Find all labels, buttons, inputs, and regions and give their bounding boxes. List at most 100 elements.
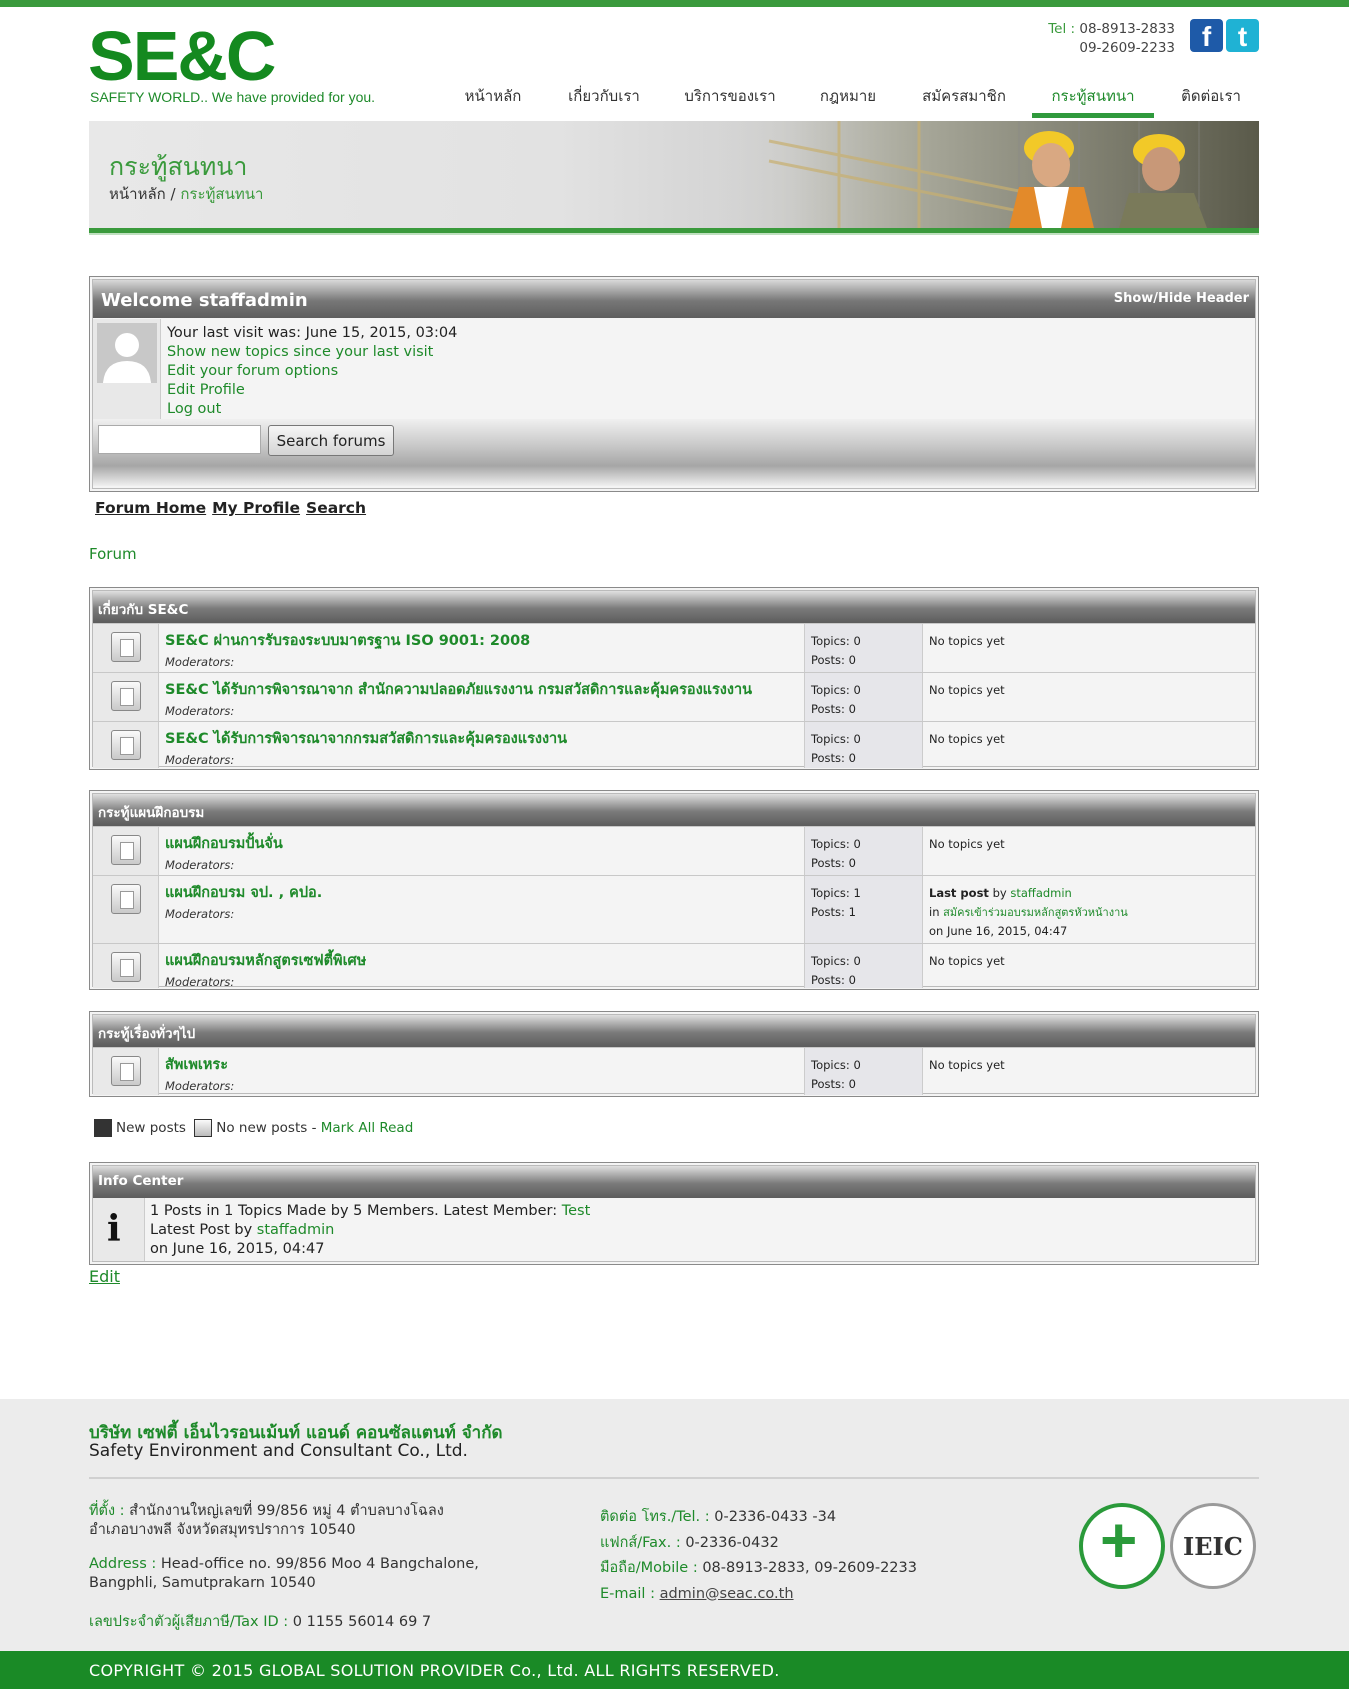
- forum-stats: Topics: 0 Posts: 0: [804, 944, 923, 988]
- last-post-label: Last post: [929, 886, 989, 900]
- forum-last-post: No topics yet: [929, 683, 1005, 697]
- forum-row: SE&C ได้รับการพิจารณาจาก สำนักความปลอดภั…: [93, 672, 1255, 721]
- edit-profile-link[interactable]: Edit Profile: [167, 382, 245, 398]
- forum-stats: Topics: 0 Posts: 0: [804, 673, 923, 721]
- forum-name-link[interactable]: SE&C ได้รับการพิจารณาจากกรมสวัสดิการและค…: [165, 731, 567, 747]
- safety-seal-logo: [1079, 1503, 1165, 1589]
- category-panel-inner: เกี่ยวกับ SE&C SE&C ผ่านการรับรองระบบมาต…: [92, 590, 1256, 768]
- last-post-thread-link[interactable]: สมัครเข้าร่วมอบรมหลักสูตรหัวหน้างาน: [943, 906, 1128, 919]
- forum-posts-count: Posts: 0: [811, 702, 856, 716]
- addr-th-label: ที่ตั้ง :: [89, 1503, 125, 1519]
- mobile-label: มือถือ/Mobile :: [600, 1560, 698, 1576]
- email-link[interactable]: admin@seac.co.th: [660, 1586, 794, 1602]
- nav-item-forum[interactable]: กระทู้สนทนา: [1032, 78, 1154, 118]
- search-forums-button[interactable]: Search forums: [268, 425, 394, 456]
- forum-name-link[interactable]: สัพเพเหระ: [165, 1057, 228, 1073]
- forum-home-link[interactable]: Forum Home: [95, 499, 206, 517]
- nav-item-about[interactable]: เกี่ยวกับเรา: [565, 78, 643, 118]
- tel-value-footer: 0-2336-0433 -34: [714, 1509, 837, 1525]
- forum-posts-count: Posts: 0: [811, 1077, 856, 1091]
- forum-last-post: No topics yet: [929, 954, 1005, 968]
- show-new-topics-link[interactable]: Show new topics since your last visit: [167, 344, 433, 360]
- forum-name-link[interactable]: แผนฝึกอบรมหลักสูตรเซฟตี้พิเศษ: [165, 953, 366, 969]
- forum-icon-cell: [93, 944, 159, 988]
- addr-en-line1: Head-office no. 99/856 Moo 4 Bangchalone…: [160, 1556, 479, 1572]
- category-panel: กระทู้แผนฝึกอบรม แผนฝึกอบรมปั้นจั่น Mode…: [89, 790, 1259, 990]
- forum-name-link[interactable]: แผนฝึกอบรมปั้นจั่น: [165, 836, 283, 852]
- category-header: เกี่ยวกับ SE&C: [93, 591, 1255, 623]
- new-posts-label: New posts: [116, 1120, 186, 1136]
- show-hide-header-link[interactable]: Show/Hide Header: [1114, 291, 1249, 306]
- facebook-icon[interactable]: f: [1190, 19, 1223, 52]
- forum-stats: Topics: 0 Posts: 0: [804, 722, 923, 768]
- nav-item-services[interactable]: บริการของเรา: [683, 78, 777, 118]
- forum-stats: Topics: 0 Posts: 0: [804, 1048, 923, 1095]
- last-post-date: on June 16, 2015, 04:47: [929, 924, 1068, 938]
- last-visit-text: Your last visit was: June 15, 2015, 03:0…: [167, 325, 458, 341]
- last-post-in: in: [929, 905, 940, 919]
- category-panel: เกี่ยวกับ SE&C SE&C ผ่านการรับรองระบบมาต…: [89, 587, 1259, 770]
- latest-member-link[interactable]: Test: [562, 1203, 591, 1219]
- forum-posts-count: Posts: 0: [811, 751, 856, 765]
- forum-nav-links: Forum Home My Profile Search: [95, 499, 372, 517]
- forum-moderators: Moderators:: [165, 1079, 235, 1093]
- welcome-panel: Welcome staffadmin Show/Hide Header Your…: [89, 276, 1259, 492]
- last-post-author-link[interactable]: staffadmin: [1010, 886, 1072, 900]
- search-input[interactable]: [98, 425, 261, 454]
- forum-breadcrumb-link[interactable]: Forum: [89, 545, 137, 563]
- category-title[interactable]: เกี่ยวกับ SE&C: [98, 598, 188, 620]
- forum-stats: Topics: 1 Posts: 1: [804, 876, 923, 943]
- forum-main: SE&C ผ่านการรับรองระบบมาตรฐาน ISO 9001: …: [165, 629, 530, 669]
- forum-name-link[interactable]: แผนฝึกอบรม จป. , คปอ.: [165, 885, 322, 901]
- addr-th-line1: สำนักงานใหญ่เลขที่ 99/856 หมู่ 4 ตำบลบาง…: [129, 1503, 444, 1519]
- site-tagline: SAFETY WORLD.. We have provided for you.: [90, 89, 376, 105]
- no-new-posts-icon: [111, 952, 141, 982]
- nav-item-contact[interactable]: ติดต่อเรา: [1178, 78, 1244, 118]
- footer: บริษัท เซฟตี้ เอ็นไวรอนเม้นท์ แอนด์ คอนซ…: [0, 1399, 1349, 1651]
- welcome-title: Welcome staffadmin: [101, 290, 308, 311]
- top-accent-bar: [0, 0, 1349, 7]
- edit-link[interactable]: Edit: [89, 1267, 120, 1286]
- no-new-posts-label: No new posts: [216, 1120, 308, 1136]
- forum-icon-cell: [93, 827, 159, 875]
- category-title[interactable]: กระทู้แผนฝึกอบรม: [98, 801, 204, 823]
- my-profile-link[interactable]: My Profile: [212, 499, 300, 517]
- nav-item-law[interactable]: กฎหมาย: [818, 78, 878, 118]
- info-icon-cell: i: [93, 1198, 145, 1261]
- site-logo[interactable]: SE&C: [88, 20, 276, 92]
- last-post-by: by: [992, 886, 1007, 900]
- forum-last-post: No topics yet: [929, 1058, 1005, 1072]
- addr-th-line2: อำเภอบางพลี จังหวัดสมุทรปราการ 10540: [89, 1522, 356, 1538]
- nav-item-register[interactable]: สมัครสมาชิก: [920, 78, 1008, 118]
- category-title[interactable]: กระทู้เรื่องทั่วๆไป: [98, 1022, 195, 1044]
- footer-address-en: Address : Head-office no. 99/856 Moo 4 B…: [89, 1555, 479, 1593]
- forum-moderators: Moderators:: [165, 655, 235, 669]
- search-area: Search forums: [93, 419, 1255, 486]
- forum-search-link[interactable]: Search: [306, 499, 366, 517]
- edit-forum-options-link[interactable]: Edit your forum options: [167, 363, 338, 379]
- footer-tax-id: เลขประจำตัวผู้เสียภาษี/Tax ID : 0 1155 5…: [89, 1613, 431, 1632]
- forum-last-post: No topics yet: [929, 732, 1005, 746]
- forum-stats: Topics: 0 Posts: 0: [804, 827, 923, 875]
- mark-all-read-link[interactable]: Mark All Read: [321, 1120, 414, 1136]
- forum-posts-count: Posts: 1: [811, 905, 856, 919]
- twitter-icon[interactable]: t: [1226, 19, 1259, 52]
- forum-main: SE&C ได้รับการพิจารณาจาก สำนักความปลอดภั…: [165, 678, 752, 718]
- avatar: [97, 323, 157, 383]
- addr-en-label: Address :: [89, 1556, 157, 1572]
- ieic-seal-logo: IEIC: [1170, 1503, 1256, 1589]
- forum-moderators: Moderators:: [165, 753, 235, 767]
- forum-moderators: Moderators:: [165, 858, 235, 872]
- forum-name-link[interactable]: SE&C ได้รับการพิจารณาจาก สำนักความปลอดภั…: [165, 682, 752, 698]
- welcome-info: Your last visit was: June 15, 2015, 03:0…: [167, 324, 457, 419]
- log-out-link[interactable]: Log out: [167, 401, 221, 417]
- forum-topics-count: Topics: 0: [811, 954, 861, 968]
- forum-last-post: No topics yet: [929, 634, 1005, 648]
- forum-name-link[interactable]: SE&C ผ่านการรับรองระบบมาตรฐาน ISO 9001: …: [165, 633, 530, 649]
- footer-company-en: Safety Environment and Consultant Co., L…: [89, 1441, 468, 1461]
- latest-post-author-link[interactable]: staffadmin: [257, 1222, 335, 1238]
- forum-row: แผนฝึกอบรมหลักสูตรเซฟตี้พิเศษ Moderators…: [93, 943, 1255, 989]
- no-new-posts-icon: [111, 835, 141, 865]
- breadcrumb-home[interactable]: หน้าหลัก: [109, 185, 166, 203]
- nav-item-home[interactable]: หน้าหลัก: [463, 78, 523, 118]
